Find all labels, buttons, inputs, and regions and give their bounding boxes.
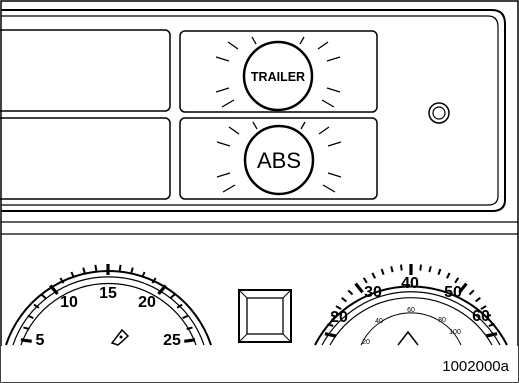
caption-strip [1, 346, 518, 382]
right-gauge-tick [446, 272, 451, 279]
right-gauge-tick [400, 264, 403, 271]
left-gauge-label-5: 5 [36, 332, 45, 349]
left-gauge-tick [130, 267, 134, 274]
right-gauge-label-30: 30 [364, 284, 382, 301]
right-gauge-minor-60: 60 [407, 307, 415, 314]
right-gauge-tick [371, 272, 376, 279]
right-gauge-tick [347, 289, 354, 296]
right-gauge-tick [474, 297, 481, 303]
right-gauge-label-50: 50 [444, 284, 462, 301]
left-gauge-tick [169, 293, 176, 300]
right-gauge-minor-20: 20 [362, 339, 370, 346]
right-gauge-label-40: 40 [401, 275, 419, 292]
right-gauge-tick [468, 289, 475, 296]
left-gauge-needle-icon [110, 328, 130, 346]
trailer-label: TRAILER [251, 70, 305, 84]
instrument-panel-illustration: TRAILER ABS 5 10 15 20 25 20 30 40 50 60… [0, 0, 519, 383]
right-gauge-tick [362, 277, 368, 284]
right-gauge-minor-100: 100 [449, 329, 461, 336]
right-gauge-tick [380, 268, 385, 276]
left-gauge-tick [20, 338, 32, 343]
blank-panel-bottom [0, 117, 171, 200]
right-gauge-tick [428, 266, 432, 273]
left-gauge-tick [23, 326, 30, 331]
left-gauge-tick [27, 314, 34, 320]
right-gauge-tick [454, 277, 460, 284]
right-gauge-label-60: 60 [472, 308, 490, 325]
left-gauge-tick [182, 314, 189, 320]
right-gauge-label-20: 20 [330, 309, 348, 326]
left-gauge-label-15: 15 [99, 285, 117, 302]
illustration-canvas: TRAILER ABS 5 10 15 20 25 20 30 40 50 60… [0, 0, 519, 383]
square-switch-icon [238, 289, 292, 343]
right-gauge-tick [437, 268, 442, 276]
right-gauge-tick [341, 297, 348, 303]
left-gauge-ticks [20, 264, 196, 343]
right-gauge-tick [390, 266, 394, 273]
blank-panel-top [0, 29, 171, 112]
left-gauge-tick [118, 264, 122, 271]
left-gauge-tick [94, 264, 98, 271]
round-knob-icon [428, 102, 450, 124]
figure-id: 1002000a [442, 358, 509, 375]
left-gauge-label-10: 10 [60, 294, 78, 311]
left-gauge-label-20: 20 [138, 294, 156, 311]
left-gauge-label-25: 25 [163, 332, 181, 349]
left-gauge-tick [40, 293, 47, 300]
right-gauge-minor-40: 40 [375, 318, 383, 325]
right-gauge-tick [485, 332, 498, 338]
left-gauge-tick [82, 267, 86, 274]
right-gauge-minor-80: 80 [438, 317, 446, 324]
right-gauge-tick [354, 282, 364, 294]
right-gauge-tick [324, 332, 337, 338]
abs-label: ABS [257, 148, 301, 173]
right-gauge-needle-icon [397, 330, 419, 346]
dash-bezel [1, 9, 518, 235]
right-gauge-tick [419, 264, 422, 271]
left-gauge-tick [184, 338, 196, 343]
